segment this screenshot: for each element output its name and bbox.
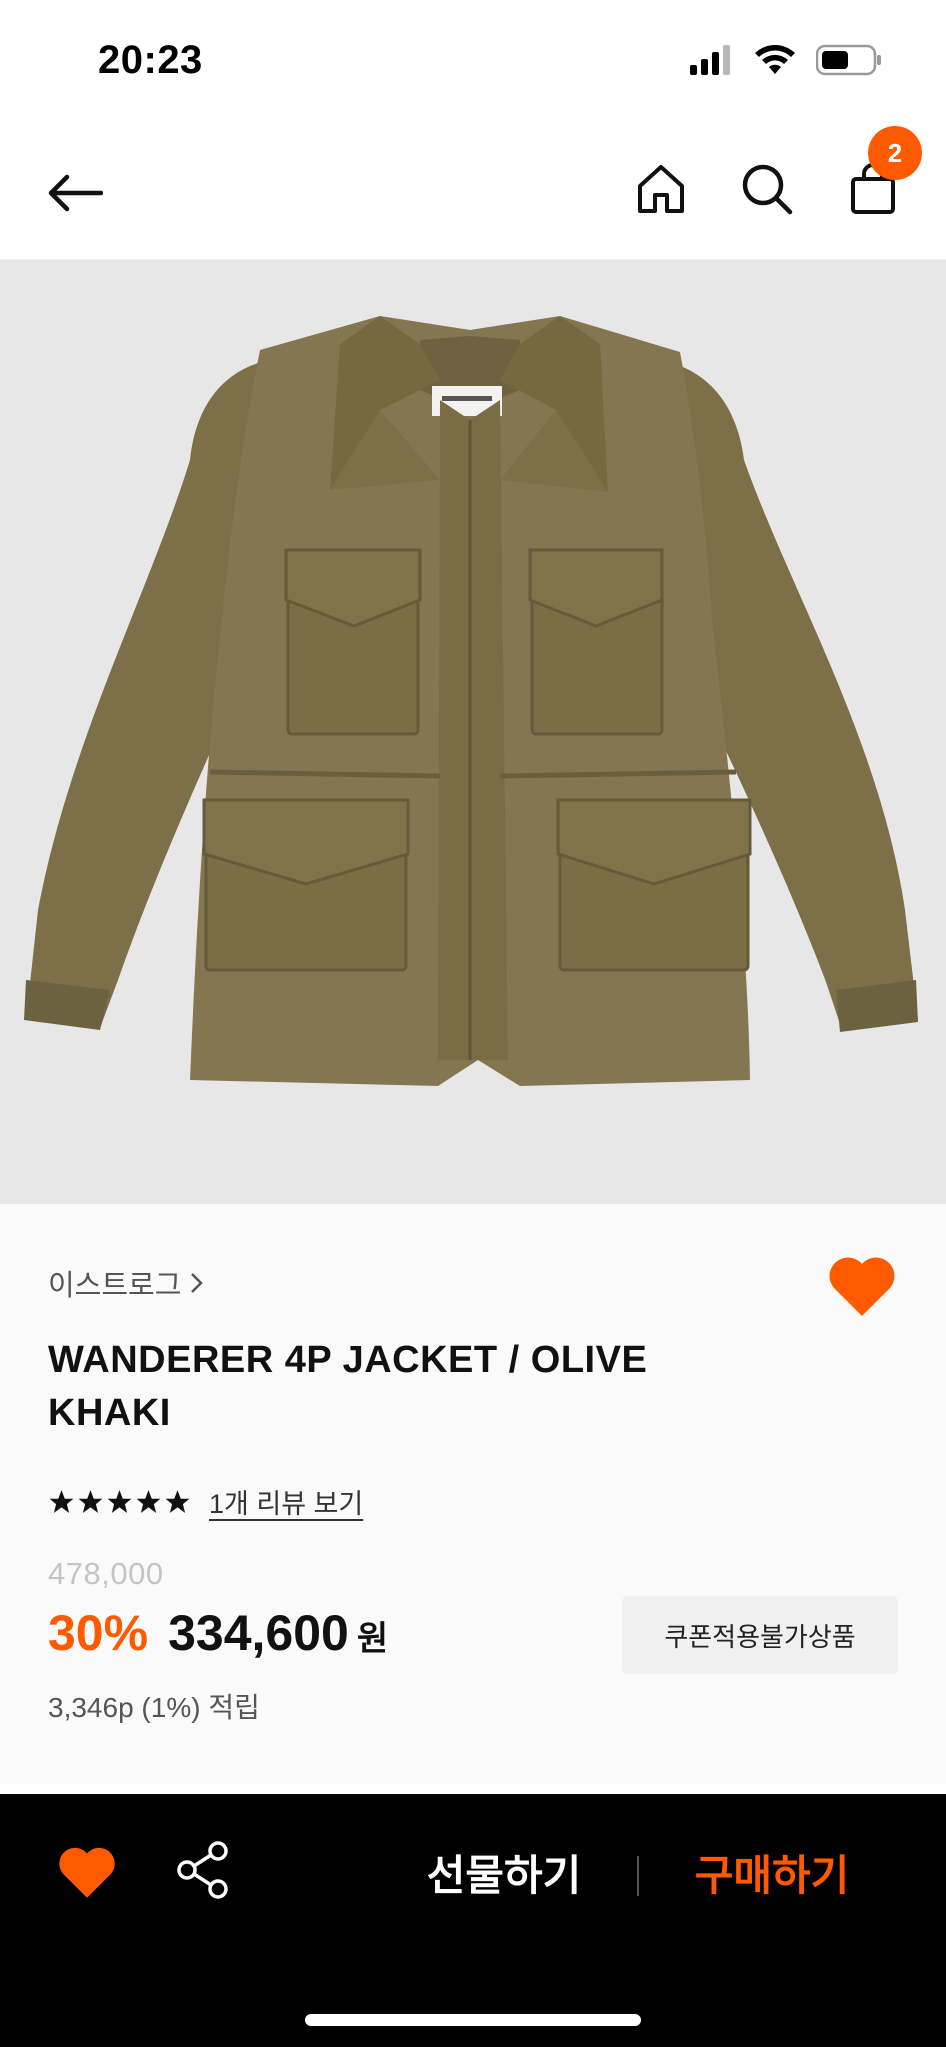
discount-rate: 30% bbox=[48, 1605, 149, 1661]
share-icon bbox=[177, 1841, 228, 1899]
divider bbox=[637, 1856, 639, 1896]
star-icon bbox=[165, 1489, 190, 1513]
status-time: 20:23 bbox=[98, 38, 203, 82]
star-icon bbox=[107, 1489, 132, 1513]
back-button[interactable] bbox=[42, 160, 108, 226]
cart-button[interactable]: 2 bbox=[840, 126, 922, 222]
home-indicator bbox=[305, 2014, 641, 2026]
cart-count-badge: 2 bbox=[868, 126, 922, 180]
star-icon bbox=[136, 1489, 161, 1513]
signal-icon bbox=[690, 45, 730, 75]
coupon-badge: 쿠폰적용불가상품 bbox=[622, 1596, 898, 1674]
top-nav: 2 bbox=[0, 120, 946, 260]
product-title: WANDERER 4P JACKET / OLIVE KHAKI bbox=[48, 1339, 648, 1434]
star-icon bbox=[78, 1489, 103, 1513]
search-button[interactable] bbox=[734, 156, 800, 222]
product-image[interactable] bbox=[0, 260, 946, 1204]
chevron-right-icon bbox=[191, 1273, 204, 1293]
original-price: 478,000 bbox=[48, 1556, 164, 1591]
wifi-icon bbox=[755, 45, 795, 74]
status-bar: 20:23 bbox=[0, 0, 946, 120]
sale-price: 334,600 bbox=[168, 1605, 349, 1661]
star-icon bbox=[49, 1489, 74, 1513]
search-icon bbox=[742, 164, 793, 215]
share-button[interactable] bbox=[176, 1840, 230, 1900]
heart-icon bbox=[829, 1257, 895, 1316]
home-icon bbox=[638, 165, 684, 213]
currency-unit: 원 bbox=[356, 1620, 389, 1658]
star-rating bbox=[48, 1489, 191, 1515]
heart-icon bbox=[59, 1847, 115, 1898]
reward-points: 3,346p (1%) 적립 bbox=[48, 1692, 260, 1723]
status-icons bbox=[690, 44, 882, 76]
brand-link[interactable]: 이스트로그 bbox=[48, 1262, 205, 1304]
home-button[interactable] bbox=[628, 156, 694, 222]
bottom-action-bar: 선물하기 구매하기 bbox=[0, 1794, 946, 2047]
wishlist-button[interactable] bbox=[828, 1256, 896, 1318]
battery-icon bbox=[816, 44, 881, 76]
arrow-left-icon bbox=[48, 174, 103, 212]
header-actions: 2 bbox=[628, 126, 922, 222]
review-link[interactable]: 1개 리뷰 보기 bbox=[209, 1482, 363, 1521]
bottom-wishlist-button[interactable] bbox=[58, 1846, 116, 1900]
product-info: 이스트로그 WANDERER 4P JACKET / OLIVE KHAKI 1… bbox=[0, 1204, 946, 1784]
price-row: 30% 334,600 원 bbox=[48, 1604, 388, 1662]
jacket-image bbox=[24, 316, 918, 1086]
brand-name: 이스트로그 bbox=[48, 1270, 182, 1302]
buy-button[interactable]: 구매하기 bbox=[672, 1836, 872, 1908]
gift-button[interactable]: 선물하기 bbox=[404, 1836, 604, 1908]
rating: 1개 리뷰 보기 bbox=[48, 1482, 363, 1521]
